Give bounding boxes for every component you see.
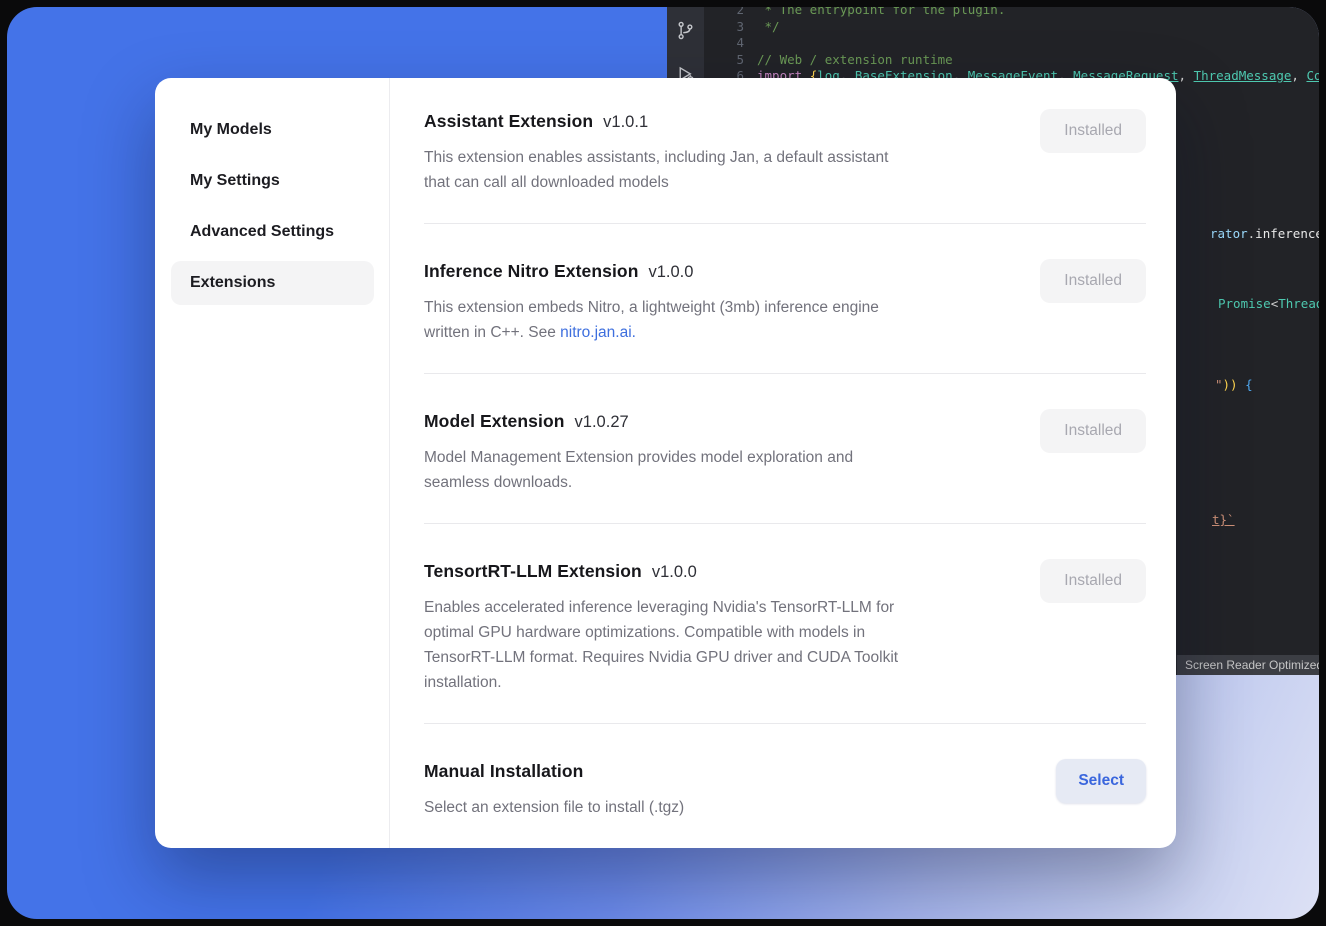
extension-version: v1.0.1 xyxy=(603,113,648,132)
settings-sidebar: My Models My Settings Advanced Settings … xyxy=(155,78,390,848)
sidebar-item-advanced-settings[interactable]: Advanced Settings xyxy=(171,210,374,254)
screen-reader-status[interactable]: Screen Reader Optimized xyxy=(1177,655,1319,675)
sidebar-item-extensions[interactable]: Extensions xyxy=(171,261,374,305)
extension-description: This extension enables assistants, inclu… xyxy=(424,145,888,195)
code-fragment-brace: ")) { xyxy=(1215,377,1253,394)
extension-row-tensorrt-llm: TensortRT-LLM Extension v1.0.0 Enables a… xyxy=(424,524,1146,724)
extension-title: TensortRT-LLM Extension xyxy=(424,561,642,582)
installed-button[interactable]: Installed xyxy=(1040,559,1146,603)
select-file-button[interactable]: Select xyxy=(1056,759,1146,803)
app-window: 2 * The entrypoint for the plugin.3 */45… xyxy=(7,7,1319,919)
installed-button[interactable]: Installed xyxy=(1040,109,1146,153)
extension-row-manual-installation: Manual Installation Select an extension … xyxy=(424,724,1146,848)
code-fragment-template-string: t}` xyxy=(1212,512,1235,529)
installed-button[interactable]: Installed xyxy=(1040,409,1146,453)
sidebar-item-my-settings[interactable]: My Settings xyxy=(171,159,374,203)
code-fragment-inference: rator.inference(data)); xyxy=(1210,226,1319,243)
extension-title: Manual Installation xyxy=(424,761,583,782)
installed-button[interactable]: Installed xyxy=(1040,259,1146,303)
nitro-jan-ai-link[interactable]: nitro.jan.ai. xyxy=(560,324,636,341)
extension-title: Assistant Extension xyxy=(424,111,593,132)
extension-row-inference-nitro: Inference Nitro Extension v1.0.0 This ex… xyxy=(424,224,1146,374)
code-lines: 2 * The entrypoint for the plugin.3 */45… xyxy=(704,7,1319,85)
extension-description: Select an extension file to install (.tg… xyxy=(424,795,684,820)
extension-description: This extension embeds Nitro, a lightweig… xyxy=(424,295,879,345)
extensions-list: Assistant Extension v1.0.1 This extensio… xyxy=(390,78,1176,848)
code-fragment-promise: Promise<ThreadMessage> xyxy=(1218,296,1319,313)
extension-description: Enables accelerated inference leveraging… xyxy=(424,595,898,695)
extension-version: v1.0.0 xyxy=(649,263,694,282)
source-control-icon[interactable] xyxy=(675,19,697,41)
extension-title: Inference Nitro Extension xyxy=(424,261,639,282)
extension-version: v1.0.27 xyxy=(575,413,629,432)
sidebar-item-my-models[interactable]: My Models xyxy=(171,108,374,152)
desktop-background: 2 * The entrypoint for the plugin.3 */45… xyxy=(0,0,1326,926)
extension-title: Model Extension xyxy=(424,411,565,432)
extension-row-assistant: Assistant Extension v1.0.1 This extensio… xyxy=(424,78,1146,224)
extension-description: Model Management Extension provides mode… xyxy=(424,445,853,495)
extension-version: v1.0.0 xyxy=(652,563,697,582)
settings-modal: My Models My Settings Advanced Settings … xyxy=(155,78,1176,848)
extension-row-model: Model Extension v1.0.27 Model Management… xyxy=(424,374,1146,524)
